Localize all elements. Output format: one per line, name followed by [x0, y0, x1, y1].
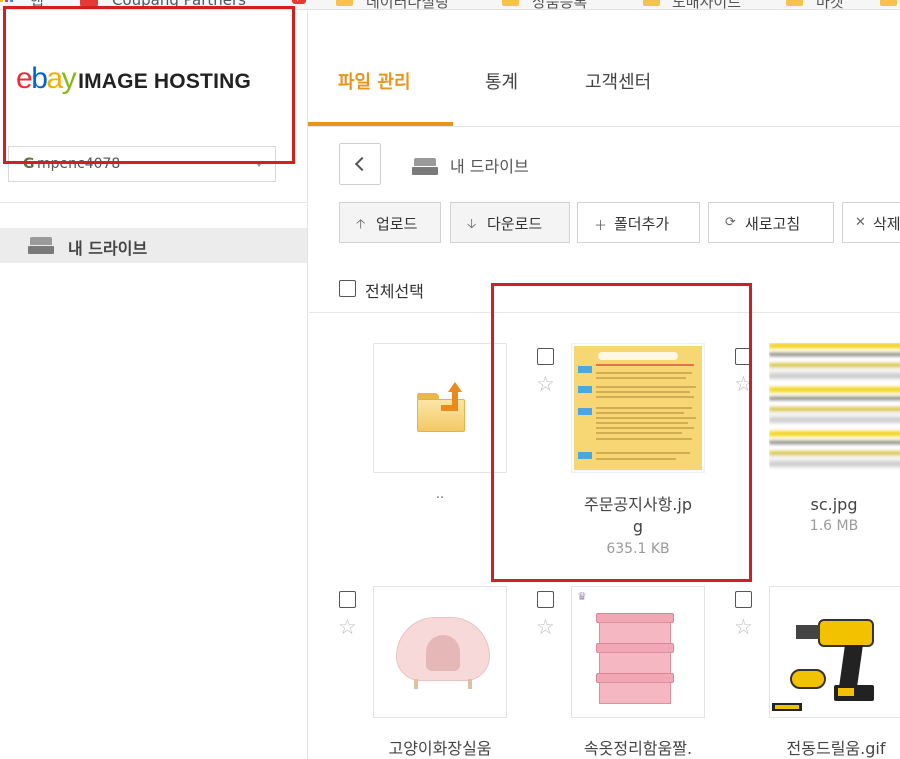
refresh-button[interactable]: ⟳ 새로고침	[708, 202, 834, 243]
file-name[interactable]: sc.jpg	[764, 494, 900, 516]
ebay-logo: ebay	[16, 62, 77, 95]
logo-suffix: IMAGE HOSTING	[78, 70, 252, 93]
cat-litter-box-image	[396, 617, 490, 689]
coupang-icon	[80, 0, 98, 8]
parent-folder-thumb[interactable]	[373, 343, 507, 473]
file-thumbnail[interactable]	[373, 586, 507, 718]
add-folder-button[interactable]: ＋ 폴더추가	[577, 202, 700, 243]
file-name[interactable]: 고양이화장실움	[366, 738, 514, 759]
folder-icon	[643, 0, 660, 6]
tab-statistics[interactable]: 통계	[485, 68, 518, 94]
download-label: 다운로드	[487, 215, 543, 233]
refresh-icon: ⟳	[725, 215, 736, 230]
active-tab-indicator	[308, 122, 453, 126]
tab-customer-center[interactable]: 고객센터	[585, 68, 651, 94]
refresh-label: 새로고침	[745, 215, 801, 233]
bookmarks-bar: 앱 Coupang Partners 데이터다칠링 상품등록 도매사이트 마켓	[0, 0, 900, 10]
folder-icon	[502, 0, 519, 6]
star-icon[interactable]: ☆	[734, 374, 753, 395]
upload-button[interactable]: 🡡 업로드	[339, 202, 441, 243]
apps-grid-icon[interactable]	[0, 0, 14, 8]
file-size: 1.6 MB	[809, 518, 859, 534]
back-button[interactable]	[339, 143, 381, 185]
account-select[interactable]: G mpenc4078	[8, 146, 276, 182]
file-name[interactable]: 주문공지사항.jp g	[560, 494, 716, 538]
file-name[interactable]: ..	[373, 484, 507, 506]
file-name[interactable]: 속옷정리함움짤.	[564, 738, 712, 759]
upload-label: 업로드	[376, 215, 418, 233]
star-icon[interactable]: ☆	[734, 617, 753, 638]
file-name[interactable]: 전동드릴움.gif	[762, 738, 900, 759]
sidebar-item-my-drive[interactable]: 내 드라이브	[0, 228, 307, 263]
star-icon[interactable]: ☆	[536, 374, 555, 395]
top-nav: 파일 관리 통계 고객센터	[308, 10, 900, 127]
chevron-down-icon	[255, 162, 263, 167]
file-checkbox[interactable]	[537, 348, 554, 365]
file-thumbnail[interactable]	[769, 343, 900, 477]
add-folder-label: 폴더추가	[614, 215, 670, 233]
folder-icon	[880, 0, 897, 6]
file-checkbox[interactable]	[537, 591, 554, 608]
bookmark-folder[interactable]: 상품등록	[532, 0, 587, 9]
power-drill-image	[788, 609, 888, 709]
file-checkbox[interactable]	[339, 591, 356, 608]
star-icon[interactable]: ☆	[338, 617, 357, 638]
hard-drive-icon	[412, 158, 438, 176]
bookmark-folder[interactable]: 도매사이트	[672, 0, 741, 9]
divider	[309, 312, 900, 313]
delete-button[interactable]: ✕ 삭제	[842, 202, 900, 243]
file-checkbox[interactable]	[735, 591, 752, 608]
download-button[interactable]: 🡣 다운로드	[450, 202, 570, 243]
sidebar: ebay IMAGE HOSTING G mpenc4078 내 드라이브	[0, 10, 308, 759]
ebay-image-hosting-logo[interactable]: ebay IMAGE HOSTING	[16, 62, 252, 95]
select-all-checkbox[interactable]	[339, 280, 356, 297]
breadcrumb-current: 내 드라이브	[450, 157, 529, 176]
blurred-image	[769, 343, 900, 473]
folder-up-icon	[417, 382, 465, 432]
account-name: mpenc4078	[37, 156, 121, 172]
tab-file-management[interactable]: 파일 관리	[338, 68, 411, 94]
chevron-left-icon	[354, 156, 370, 172]
account-prefix: G	[23, 156, 35, 172]
notice-document-image	[574, 346, 702, 470]
close-icon: ✕	[855, 215, 866, 230]
sidebar-item-label: 내 드라이브	[68, 239, 148, 258]
delete-label: 삭제	[873, 215, 900, 233]
file-thumbnail[interactable]	[571, 343, 705, 473]
select-all-label: 전체선택	[365, 282, 424, 301]
hard-drive-icon	[28, 237, 54, 255]
bookmark-folder[interactable]: 데이터다칠링	[366, 0, 449, 9]
file-thumbnail[interactable]	[769, 586, 900, 718]
bookmark-folder[interactable]: 마켓	[816, 0, 844, 9]
arrow-down-icon: 🡣	[467, 217, 477, 232]
file-thumbnail[interactable]: ♛	[571, 586, 705, 718]
file-checkbox[interactable]	[735, 348, 752, 365]
plus-icon: ＋	[594, 219, 608, 234]
crown-icon: ♛	[577, 590, 587, 603]
youtube-icon[interactable]	[292, 0, 306, 4]
brand-logo	[772, 703, 802, 711]
arrow-up-icon: 🡡	[356, 217, 366, 232]
bookmark-coupang[interactable]: Coupang Partners	[112, 0, 246, 9]
bookmark-apps[interactable]: 앱	[30, 0, 44, 9]
folder-icon	[336, 0, 353, 6]
file-size: 635.1 KB	[606, 541, 670, 557]
file-toolbar: 🡡 업로드 🡣 다운로드 ＋ 폴더추가 ⟳ 새로고침 ✕ 삭제	[339, 202, 900, 244]
star-icon[interactable]: ☆	[536, 617, 555, 638]
folder-icon	[786, 0, 803, 6]
divider	[0, 202, 307, 203]
